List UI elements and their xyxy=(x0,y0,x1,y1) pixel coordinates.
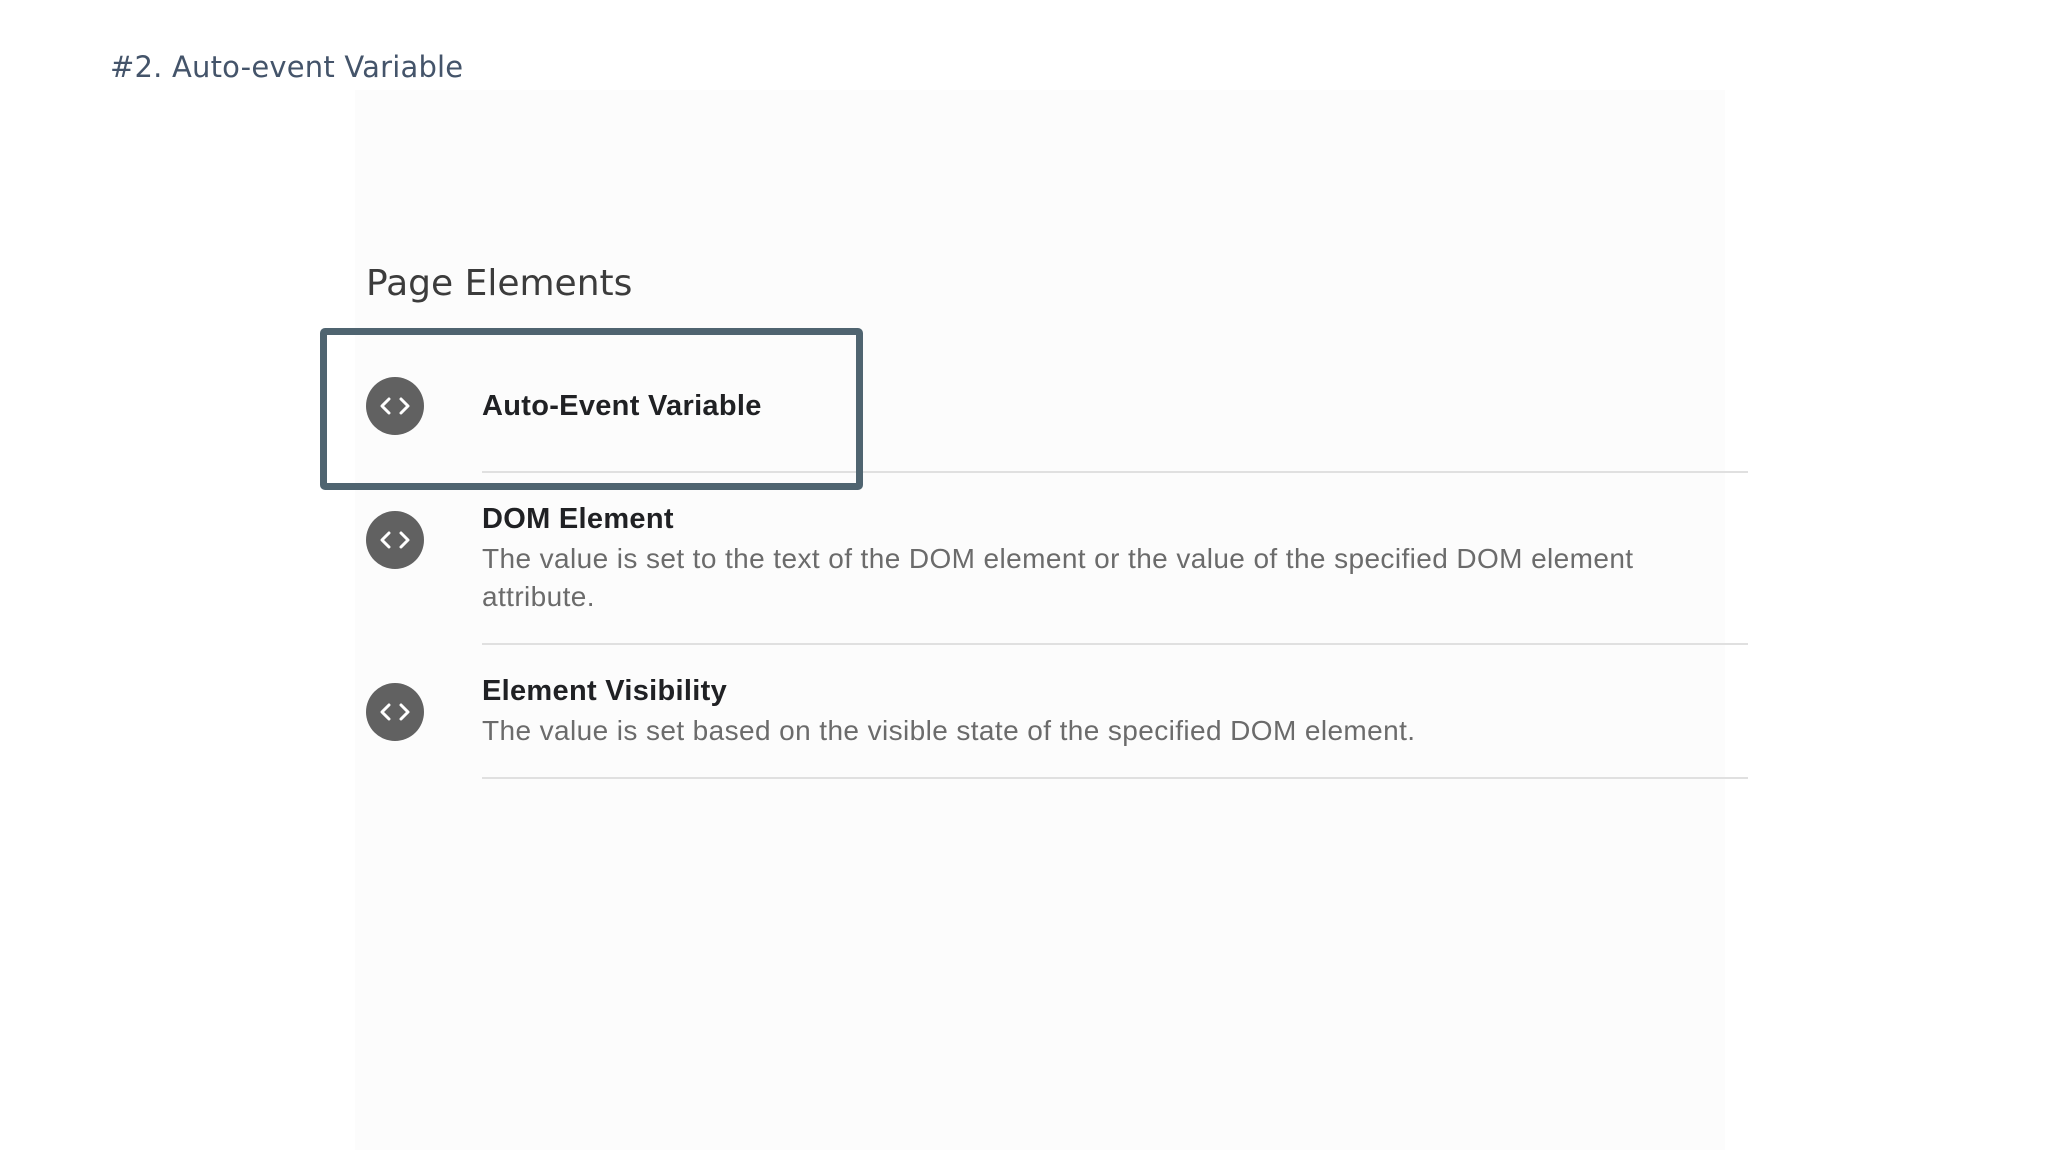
item-description: The value is set to the text of the DOM … xyxy=(482,543,1634,612)
code-icon xyxy=(366,511,424,569)
divider xyxy=(482,777,1748,779)
item-description: The value is set based on the visible st… xyxy=(482,715,1416,746)
slide-title: #2. Auto-event Variable xyxy=(110,50,464,84)
code-icon xyxy=(366,683,424,741)
code-brackets-icon xyxy=(380,531,410,549)
divider xyxy=(482,643,1748,645)
list-item-dom-element[interactable]: DOM Element The value is set to the text… xyxy=(366,500,1748,620)
list-item-element-visibility[interactable]: Element Visibility The value is set base… xyxy=(366,672,1748,752)
section-heading: Page Elements xyxy=(366,263,633,304)
item-name: Element Visibility xyxy=(482,675,728,707)
code-brackets-icon xyxy=(380,703,410,721)
item-name: DOM Element xyxy=(482,503,674,535)
highlight-box xyxy=(320,328,863,490)
screenshot-panel xyxy=(355,90,1725,1150)
